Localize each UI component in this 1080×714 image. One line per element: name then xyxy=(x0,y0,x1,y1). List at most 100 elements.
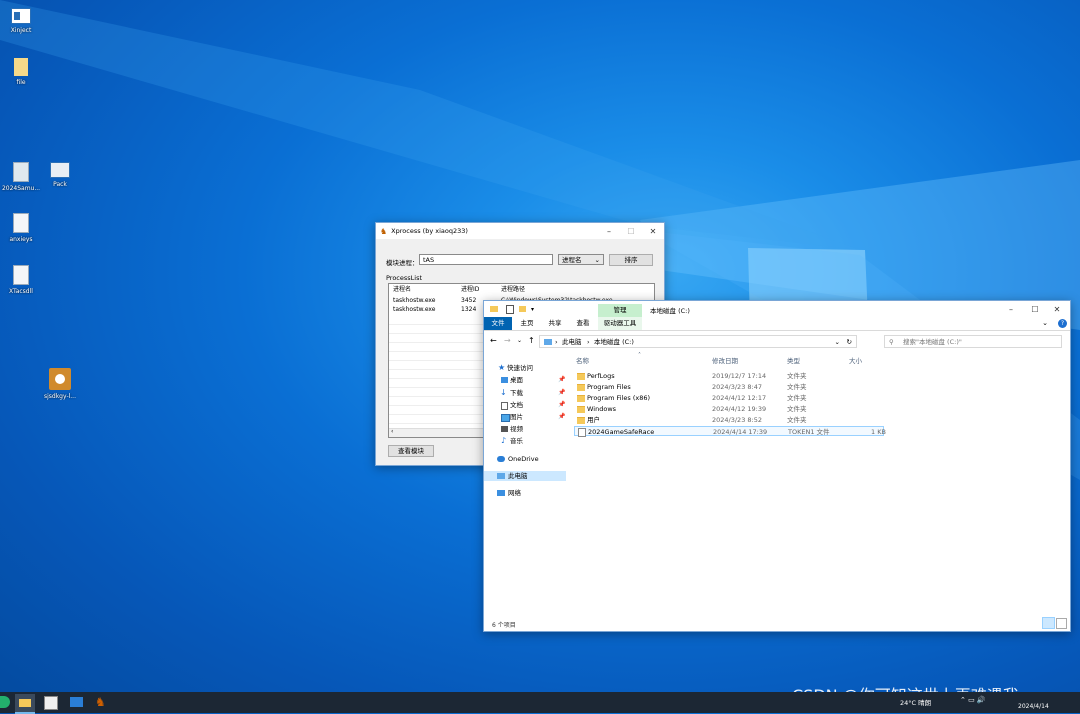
sidebar-item-this-pc[interactable]: 此电脑 xyxy=(484,471,566,481)
taskbar: ♞ 24°C 晴朗 ⌃ ▭ 🔊 2024/4/14 xyxy=(0,692,1080,714)
chevron-down-icon: ⌄ xyxy=(594,256,600,264)
search-input[interactable]: tAS xyxy=(419,254,553,265)
desktop-icon-anxieys[interactable]: anxieys xyxy=(0,213,42,243)
column-header[interactable]: 进程ID xyxy=(461,286,479,294)
search-field[interactable]: ⚲ 搜索"本地磁盘 (C:)" xyxy=(884,335,1062,348)
list-header: 进程名 进程ID 进程路径 xyxy=(389,286,654,294)
sidebar-item-network[interactable]: 网络 xyxy=(484,488,566,498)
list-item[interactable]: 2024GameSafeRace 2024/4/14 17:39 TOKEN1 … xyxy=(574,426,886,437)
scroll-left-icon[interactable]: ‹ xyxy=(391,428,393,435)
folder-icon xyxy=(577,373,585,380)
search-icon: ⚲ xyxy=(889,338,894,346)
recent-dropdown-icon[interactable]: ⌄ xyxy=(517,337,522,344)
refresh-icon[interactable]: ↻ xyxy=(847,336,852,348)
tab-view[interactable]: 查看 xyxy=(570,317,596,330)
column-header-name[interactable]: 名称 xyxy=(576,356,589,367)
folder-icon xyxy=(577,395,585,402)
config-file-icon xyxy=(13,213,29,233)
maximize-button[interactable]: ☐ xyxy=(620,223,642,239)
close-button[interactable]: ✕ xyxy=(642,223,664,239)
view-modules-button[interactable]: 查看模块 xyxy=(388,445,434,457)
file-explorer-icon[interactable] xyxy=(15,694,35,714)
breadcrumb-item[interactable]: 此电脑 xyxy=(562,336,582,348)
breadcrumb[interactable]: › 此电脑 › 本地磁盘 (C:) ⌄ ↻ xyxy=(539,335,857,348)
network-icon xyxy=(497,490,505,496)
maximize-button[interactable]: ☐ xyxy=(1024,301,1046,317)
tab-home[interactable]: 主页 xyxy=(514,317,540,330)
desktop-icon-pack[interactable]: Pack xyxy=(39,162,81,188)
file-icon xyxy=(578,428,586,437)
tiles-view-icon[interactable] xyxy=(1056,618,1067,629)
desktop-icon-xinject[interactable]: Xinject xyxy=(0,8,42,34)
sort-indicator-icon: ˄ xyxy=(638,352,641,359)
app-icon: ♞ xyxy=(380,226,388,236)
new-folder-icon[interactable] xyxy=(519,306,526,312)
pc-icon xyxy=(544,339,552,345)
folder-icon xyxy=(577,417,585,424)
tray-icons[interactable]: ⌃ ▭ 🔊 xyxy=(960,696,986,704)
sort-button[interactable]: 排序 xyxy=(609,254,653,266)
search-label: 模块进程： xyxy=(386,259,419,267)
tab-share[interactable]: 共享 xyxy=(542,317,568,330)
column-header[interactable]: 进程路径 xyxy=(501,286,525,294)
explorer-titlebar[interactable]: ▾ 管理 本地磁盘 (C:) – ☐ ✕ xyxy=(484,301,1070,317)
column-header-date[interactable]: 修改日期 xyxy=(712,356,738,367)
explorer-window: ▾ 管理 本地磁盘 (C:) – ☐ ✕ 文件 主页 共享 查看 驱动器工具 ⌄… xyxy=(483,300,1071,632)
list-item[interactable]: Windows 2024/4/12 19:39 文件夹 xyxy=(574,404,884,414)
back-icon[interactable]: ← xyxy=(490,336,497,345)
folder-icon xyxy=(490,306,498,312)
list-item[interactable]: Program Files (x86) 2024/4/12 12:17 文件夹 xyxy=(574,393,884,403)
file-icon xyxy=(14,58,28,76)
desktop-icon-installer[interactable]: sjsdkgy-l... xyxy=(39,368,81,400)
list-item[interactable]: 用户 2024/3/23 8:52 文件夹 xyxy=(574,415,884,425)
forward-icon[interactable]: → xyxy=(504,336,511,345)
window-title: 本地磁盘 (C:) xyxy=(650,307,690,315)
address-row: ← → ⌄ ↑ › 此电脑 › 本地磁盘 (C:) ⌄ ↻ ⚲ 搜索"本地磁盘 … xyxy=(484,334,1070,350)
breadcrumb-item[interactable]: 本地磁盘 (C:) xyxy=(594,336,634,348)
ribbon-bar: 文件 主页 共享 查看 驱动器工具 ⌄ ? xyxy=(484,317,1070,331)
weather[interactable]: 24°C 晴朗 xyxy=(900,697,931,707)
file-list: PerfLogs 2019/12/7 17:14 文件夹 Program Fil… xyxy=(484,371,1070,441)
list-item[interactable]: PerfLogs 2019/12/7 17:14 文件夹 xyxy=(574,371,884,381)
tab-file[interactable]: 文件 xyxy=(484,317,512,330)
pc-icon xyxy=(497,473,505,479)
customize-qat-icon[interactable]: ▾ xyxy=(531,306,534,313)
desktop-icon-file[interactable]: file xyxy=(0,58,42,86)
properties-icon[interactable] xyxy=(506,304,514,314)
xprocess-titlebar[interactable]: ♞ Xprocess (by xiaoq233) – ☐ ✕ xyxy=(376,223,664,239)
window-title: Xprocess (by xiaoq233) xyxy=(391,227,468,235)
up-icon[interactable]: ↑ xyxy=(528,336,535,345)
document-icon xyxy=(13,162,29,182)
installer-icon xyxy=(49,368,71,390)
file-list-header: ˄ 名称 修改日期 类型 大小 xyxy=(484,352,1070,367)
minimize-button[interactable]: – xyxy=(1000,301,1022,317)
list-item[interactable]: Program Files 2024/3/23 8:47 文件夹 xyxy=(574,382,884,392)
mail-icon[interactable] xyxy=(70,697,83,707)
desktop-icon-2024samu[interactable]: 2024Samu... xyxy=(0,162,42,192)
breadcrumb-sep-icon: › xyxy=(555,338,558,346)
mode-select[interactable]: 进程名 ⌄ xyxy=(558,254,604,265)
details-view-icon[interactable] xyxy=(1042,617,1055,629)
column-header-size[interactable]: 大小 xyxy=(849,356,862,367)
status-text: 6 个项目 xyxy=(492,622,516,629)
desktop-icon-xtacsdll[interactable]: XTacsdll xyxy=(0,265,42,295)
help-icon[interactable]: ? xyxy=(1058,319,1067,328)
expand-ribbon-icon[interactable]: ⌄ xyxy=(1042,319,1048,327)
column-header[interactable]: 进程名 xyxy=(393,286,411,294)
minimize-button[interactable]: – xyxy=(598,223,620,239)
clock-date[interactable]: 2024/4/14 xyxy=(1018,703,1049,710)
pc-icon xyxy=(50,162,70,178)
close-button[interactable]: ✕ xyxy=(1046,301,1068,317)
breadcrumb-sep-icon: › xyxy=(587,338,590,346)
start-button[interactable] xyxy=(0,696,10,708)
group-label: ProcessList xyxy=(386,274,423,282)
xprocess-taskbar-icon[interactable]: ♞ xyxy=(95,695,110,710)
chevron-down-icon[interactable]: ⌄ xyxy=(835,336,840,348)
store-icon[interactable] xyxy=(44,696,58,710)
tab-drive-tools[interactable]: 驱动器工具 xyxy=(598,317,642,330)
sidebar-item-onedrive[interactable]: OneDrive xyxy=(484,454,566,464)
column-header-type[interactable]: 类型 xyxy=(787,356,800,367)
window-app-icon xyxy=(11,8,31,24)
folder-icon xyxy=(577,406,585,413)
context-tab-group: 管理 xyxy=(598,304,642,317)
